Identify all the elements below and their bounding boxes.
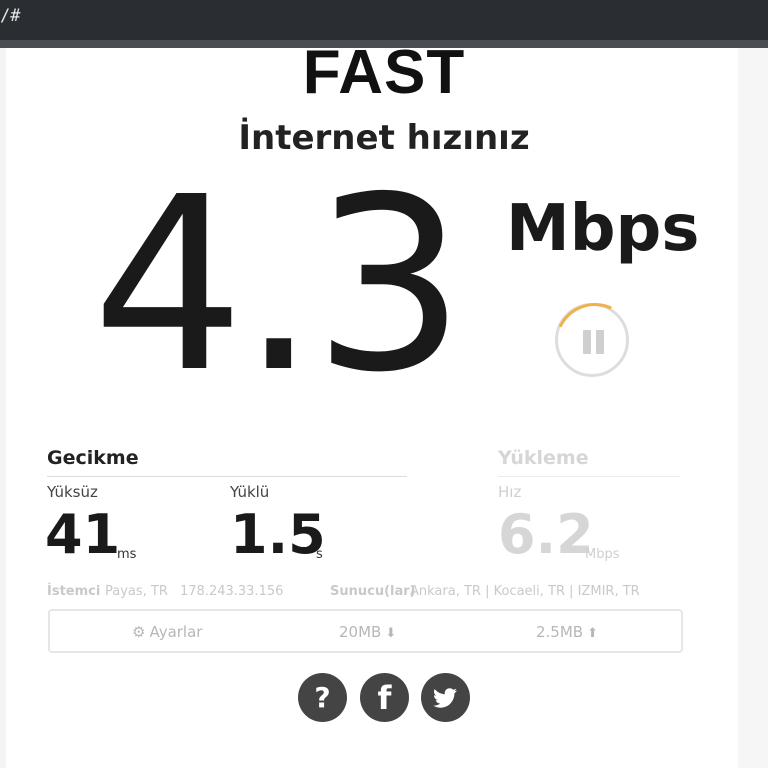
upload-speed-value: 6.2 [498,503,594,566]
download-speed-units: Mbps [506,192,700,266]
facebook-icon: f [378,679,393,717]
loaded-latency-value: 1.5 [230,503,326,566]
fast-logo: FAST [302,38,466,107]
unloaded-latency-value: 41 [45,503,121,566]
upload-size-value: 2.5MB [536,623,584,641]
gear-icon: ⚙ [132,623,146,641]
loaded-latency-unit: s [316,547,323,562]
browser-address-bar[interactable]: /# [0,0,768,40]
pause-button[interactable] [555,303,629,377]
twitter-share-button[interactable] [421,673,470,722]
facebook-share-button[interactable]: f [360,673,409,722]
client-label: İstemci [47,584,101,599]
client-location: Payas, TR [105,584,168,599]
upload-speed-label: Hız [498,483,522,501]
loaded-latency-label: Yüklü [230,483,270,501]
client-ip: 178.243.33.156 [180,584,284,599]
unloaded-latency-label: Yüksüz [47,483,98,501]
unloaded-latency-unit: ms [117,547,137,562]
upload-title: Yükleme [498,447,589,469]
server-label: Sunucu(lar) [330,584,416,599]
upload-arrow-icon: ⬆ [587,626,598,641]
svg-text:?: ? [314,681,330,714]
upload-speed-unit: Mbps [585,547,620,562]
pause-icon [583,330,591,354]
question-icon: ? [314,681,330,714]
download-size-value: 20MB [339,623,382,641]
download-arrow-icon: ⬇ [385,626,397,641]
svg-text:f: f [378,679,393,717]
download-size-info: 20MB ⬇ [339,623,396,641]
pause-icon-bar [596,330,604,354]
settings-button[interactable]: ⚙ Ayarlar [132,623,202,641]
latency-divider [47,476,407,477]
server-list: Ankara, TR | Kocaeli, TR | IZMIR, TR [410,584,640,599]
help-button[interactable]: ? [298,673,347,722]
upload-size-info: 2.5MB ⬆ [536,623,598,641]
settings-label: Ayarlar [149,623,203,641]
latency-title: Gecikme [47,447,139,469]
settings-bar: ⚙ Ayarlar 20MB ⬇ 2.5MB ⬆ [48,609,683,653]
download-speed-value: 4.3 [92,145,466,425]
upload-divider [498,476,680,477]
url-text: /# [0,6,21,26]
twitter-icon [433,688,457,708]
